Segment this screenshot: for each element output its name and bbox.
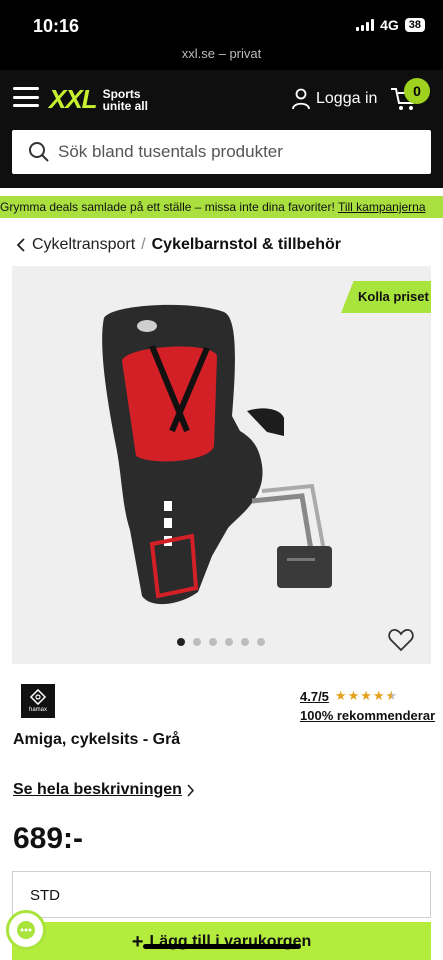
status-time: 10:16 [33,16,80,36]
star-icon: ★ [334,688,347,703]
gallery-dot[interactable] [225,638,233,646]
full-description-link[interactable]: Se hela beskrivningen [13,781,195,799]
search-icon [29,142,49,162]
product-title: Amiga, cykelsits - Grå [13,731,181,748]
half-star-icon: ★ [385,688,398,703]
breadcrumb-parent[interactable]: Cykeltransport [32,236,135,254]
product-image [102,304,332,605]
gallery-dot[interactable] [257,638,265,646]
status-bar: 10:16 4G 38 [0,0,443,44]
hamax-logo-icon [30,689,46,705]
product-rating[interactable]: 4.7/5 ★ ★ ★ ★ ★ [300,688,397,704]
promo-banner: Grymma deals samlade på ett ställe – mis… [0,196,443,218]
star-icon: ★ [360,688,372,703]
breadcrumb-current[interactable]: Cykelbarnstol & tillbehör [152,236,341,254]
breadcrumb-separator: / [141,236,146,253]
variant-selector[interactable]: STD [12,871,431,918]
add-to-cart-button[interactable]: + Lägg till i varukorgen [12,922,431,960]
gallery-dot[interactable] [177,638,185,646]
plus-icon: + [131,930,144,953]
logo-tagline: Sports unite all [102,86,148,113]
gallery-pagination [177,638,265,646]
chat-widget-icon[interactable] [6,910,46,950]
xxl-logo[interactable]: XXL Sports unite all [49,84,148,115]
battery-icon: 38 [404,18,425,32]
breadcrumb: Cykeltransport / Cykelbarnstol & tillbeh… [16,236,341,254]
description-label: Se hela beskrivningen [13,781,182,798]
brand-name: hamax [28,707,47,713]
brand-logo[interactable]: hamax [21,684,55,718]
network-label: 4G [380,17,399,33]
product-price: 689:- [13,822,84,855]
promo-link[interactable]: Till kampanjerna [338,200,426,214]
user-icon [292,88,310,110]
heart-icon[interactable] [388,628,414,652]
status-indicators: 4G 38 [356,17,425,33]
cart-count-badge[interactable]: 0 [404,78,430,104]
browse-mode: – privat [218,46,262,61]
star-icon: ★ [372,688,385,703]
login-label: Logga in [316,90,378,107]
promo-text: Grymma deals samlade på ett ställe – mis… [0,200,335,214]
chevron-right-icon [187,783,195,797]
logo-text: XXL [49,84,98,114]
chevron-left-icon[interactable] [16,238,26,252]
search-input[interactable] [58,142,398,162]
browser-url-bar[interactable]: xxl.se – privat [0,44,443,70]
hamburger-menu-icon[interactable] [13,87,39,107]
signal-icon [356,19,375,31]
gallery-dot[interactable] [241,638,249,646]
recommend-rate[interactable]: 100% rekommenderar [300,708,435,723]
url-text: xxl.se [181,46,215,61]
home-indicator[interactable] [143,944,301,949]
gallery-dot[interactable] [209,638,217,646]
site-header: XXL Sports unite all Logga in 0 [0,70,443,188]
chat-bubble-icon [17,921,35,939]
search-bar[interactable] [12,130,431,174]
rating-score: 4.7/5 [300,688,329,704]
gallery-dot[interactable] [193,638,201,646]
check-price-badge[interactable]: Kolla priset [341,281,431,313]
rating-stars: ★ ★ ★ ★ ★ [335,688,397,704]
star-icon: ★ [347,688,360,703]
product-image-gallery[interactable]: Kolla priset [12,266,431,664]
login-button[interactable]: Logga in [292,88,377,110]
